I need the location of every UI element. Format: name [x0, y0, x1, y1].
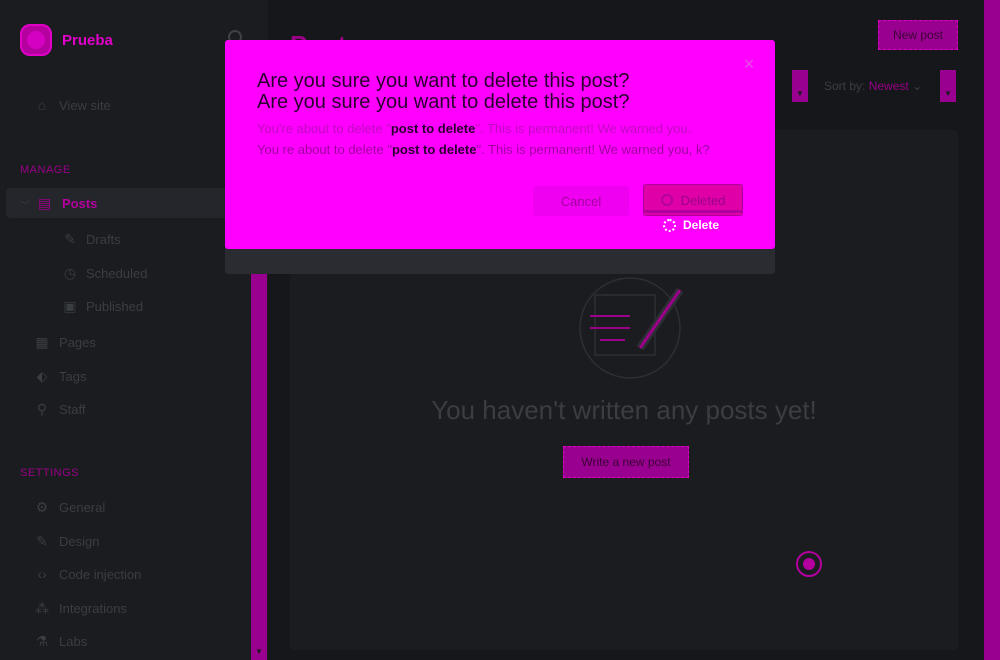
- user-icon: ⚲: [36, 400, 48, 417]
- body-prefix: You re about to delete ": [257, 142, 392, 157]
- tag-icon: ⬖: [36, 367, 48, 384]
- deleted-label: Deleted: [680, 192, 726, 208]
- chevron-down-icon[interactable]: ﹀: [20, 197, 30, 212]
- main-scrollbar[interactable]: [984, 0, 1000, 660]
- code-icon: ‹›: [37, 566, 47, 582]
- integrations-icon: ⁂: [35, 599, 49, 616]
- sidebar-item-integrations[interactable]: ⁂ Integrations: [34, 600, 127, 616]
- sidebar-item-published[interactable]: ▣ Published: [62, 298, 143, 315]
- sidebar-item-staff[interactable]: ⚲ Staff: [34, 401, 86, 417]
- body-prefix: You're about to delete ": [257, 121, 391, 136]
- sidebar-item-label: Labs: [59, 633, 88, 649]
- chevron-down-icon: ⌄: [912, 79, 923, 93]
- filter-dropdown-button[interactable]: ▼: [792, 70, 808, 102]
- post-name: post to delete: [390, 121, 476, 136]
- deleted-button[interactable]: Deleted: [643, 184, 743, 216]
- empty-posts-illustration: [579, 277, 684, 379]
- post-name: post to delete: [391, 142, 477, 157]
- sort-label: Sort by:: [824, 79, 866, 93]
- write-new-post-button[interactable]: Write a new post: [563, 446, 689, 478]
- sort-dropdown-button[interactable]: ▼: [940, 70, 956, 102]
- sidebar-item-design[interactable]: ✎ Design: [34, 533, 99, 549]
- body-suffix: ". This is permanent! We warned you, k?: [476, 142, 710, 157]
- record-indicator: [796, 551, 822, 577]
- pages-icon: ▦: [35, 333, 49, 350]
- modal-title: Are you sure you want to delete this pos…: [257, 70, 630, 92]
- modal-body-text: You're about to delete "post to delete".…: [257, 118, 691, 140]
- sidebar-item-labs[interactable]: ⚗ Labs: [34, 633, 87, 649]
- sidebar-item-label: Staff: [59, 401, 86, 417]
- app-root: Prueba ⌂ View site MANAGE ﹀ ▤ Posts ✎ Dr…: [0, 0, 1000, 660]
- posts-icon: ▤: [38, 195, 52, 211]
- sidebar-item-pages[interactable]: ▦ Pages: [34, 334, 96, 350]
- sidebar-item-scheduled[interactable]: ◷ Scheduled: [62, 265, 148, 282]
- sidebar-item-posts[interactable]: ﹀ ▤ Posts: [6, 188, 260, 218]
- pencil-icon: ✎: [64, 231, 76, 247]
- new-post-button[interactable]: New post: [878, 20, 958, 50]
- body-suffix: ". This is permanent! We warned you.: [475, 121, 692, 136]
- sidebar-item-general[interactable]: ⚙ General: [34, 498, 106, 515]
- sidebar-item-label: View site: [59, 97, 111, 113]
- sidebar-item-label: Tags: [59, 368, 87, 384]
- scroll-down-icon[interactable]: ▼: [255, 647, 263, 656]
- brush-icon: ✎: [36, 532, 48, 549]
- filter-bar: ▼ Sort by: Newest ⌄ ▼: [776, 70, 976, 102]
- section-manage-label: MANAGE: [20, 164, 71, 176]
- sort-value: Newest: [868, 79, 909, 93]
- brand[interactable]: Prueba: [20, 24, 113, 56]
- sidebar-item-drafts[interactable]: ✎ Drafts: [62, 231, 121, 248]
- sidebar-item-label: Drafts: [86, 232, 121, 247]
- delete-button[interactable]: Delete: [663, 218, 719, 232]
- sidebar-item-label: Posts: [62, 196, 98, 211]
- sidebar-scrollbar[interactable]: ▼: [251, 272, 267, 660]
- sidebar-item-code-injection[interactable]: ‹› Code injection: [34, 566, 141, 582]
- sidebar-item-label: General: [59, 499, 106, 515]
- section-settings-label: SETTINGS: [20, 467, 80, 479]
- modal-title-duplicate: Are you sure you want to delete this pos…: [257, 91, 630, 113]
- clock-icon: ◷: [63, 265, 77, 281]
- published-icon: ▣: [63, 298, 77, 314]
- chevron-down-icon: ▼: [796, 89, 804, 98]
- sidebar-item-label: Pages: [59, 334, 96, 350]
- close-icon[interactable]: ×: [741, 55, 757, 73]
- sort-dropdown[interactable]: Sort by: Newest ⌄: [824, 79, 922, 93]
- empty-state-message: You haven't written any posts yet!: [431, 395, 817, 425]
- sidebar-item-tags[interactable]: ⬖ Tags: [34, 367, 87, 384]
- cancel-button[interactable]: Cancel: [533, 186, 629, 216]
- chevron-down-icon: ▼: [944, 89, 952, 98]
- site-logo: [20, 24, 52, 56]
- sidebar-item-label: Published: [86, 299, 144, 314]
- gear-icon: ⚙: [35, 498, 49, 515]
- delete-label: Delete: [683, 218, 720, 232]
- sidebar-item-label: Code injection: [59, 566, 142, 582]
- flask-icon: ⚗: [35, 632, 49, 649]
- check-circle-icon: [660, 194, 673, 206]
- modal-body-text-duplicate: You re about to delete "post to delete".…: [257, 139, 747, 161]
- delete-post-modal: × Are you sure you want to delete this p…: [225, 40, 775, 249]
- spinner-icon: [663, 218, 676, 232]
- sidebar-item-label: Integrations: [59, 600, 127, 616]
- home-icon: ⌂: [37, 97, 47, 113]
- sidebar-item-label: Design: [59, 533, 100, 549]
- sidebar-item-label: Scheduled: [86, 266, 148, 281]
- site-name: Prueba: [62, 31, 113, 49]
- sidebar-item-view-site[interactable]: ⌂ View site: [34, 97, 111, 113]
